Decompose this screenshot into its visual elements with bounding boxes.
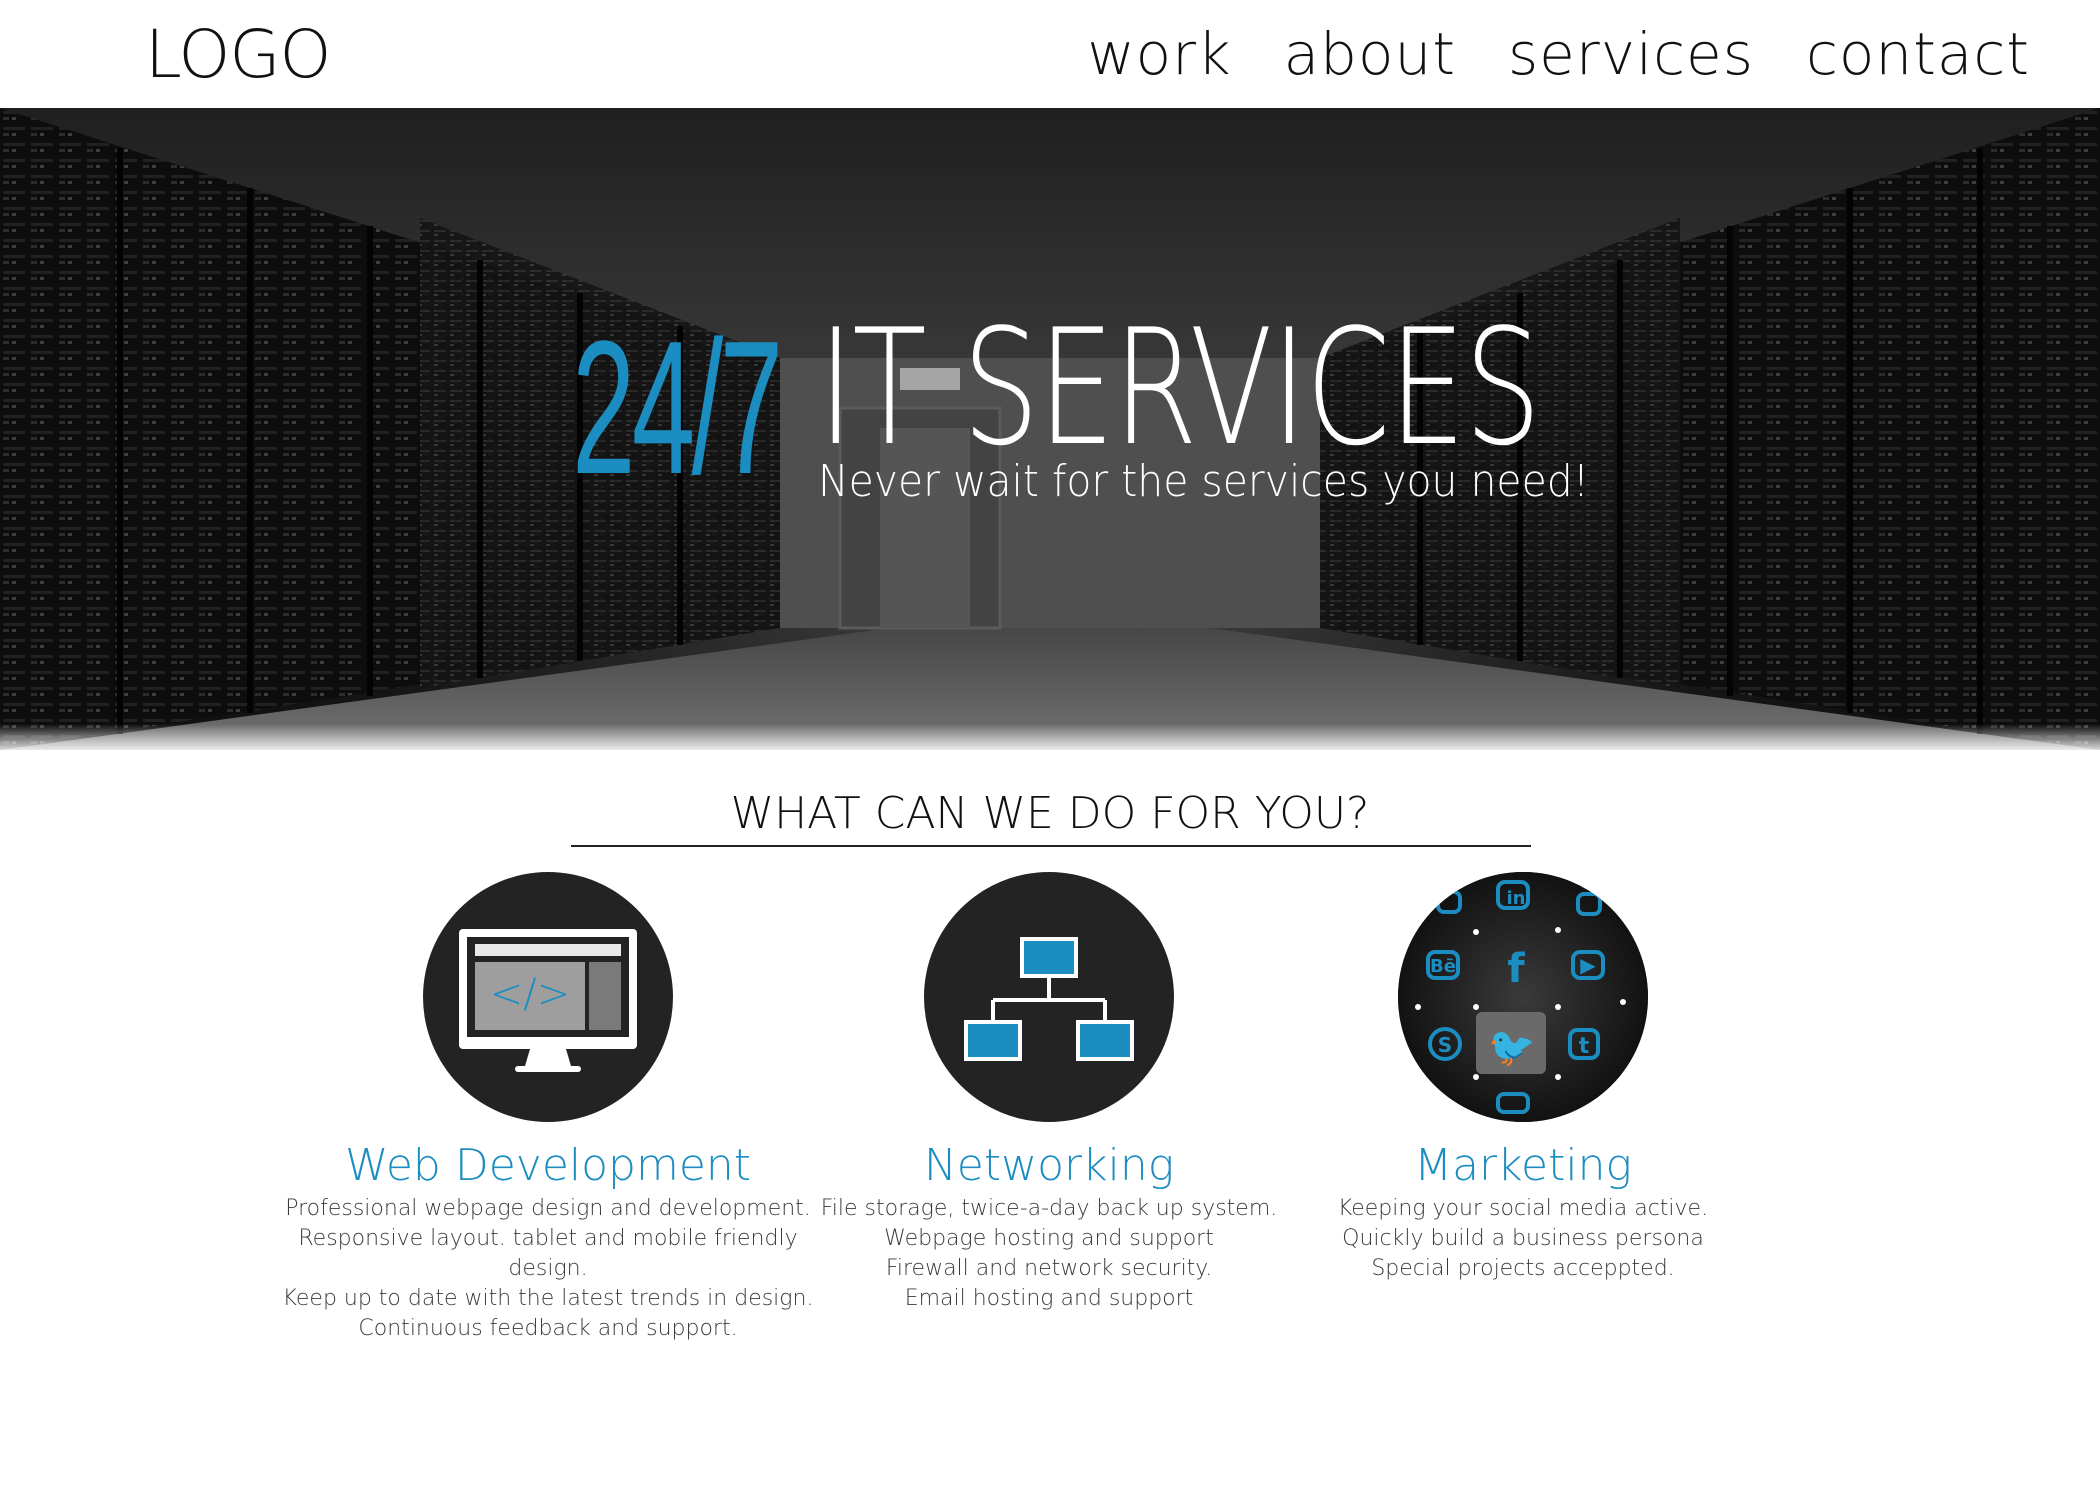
monitor-code-icon: </> <box>459 929 637 1072</box>
svg-text:S: S <box>1438 1033 1452 1057</box>
svg-text:f: f <box>1507 946 1525 992</box>
service-line: Professional webpage design and developm… <box>285 1196 811 1222</box>
service-icon-circle[interactable]: in Bē f ▶ 🐦 t S <box>1398 872 1648 1122</box>
svg-text:t: t <box>1579 1034 1590 1059</box>
service-description: Keeping your social media active. Quickl… <box>1243 1194 1803 1284</box>
section-title: WHAT CAN WE DO FOR YOU? <box>730 788 1370 839</box>
service-line: Keep up to date with the latest trends i… <box>282 1286 814 1312</box>
logo[interactable]: LOGO <box>145 16 331 93</box>
service-web-development: </> Web Development Professional webpage… <box>268 872 828 1344</box>
network-hierarchy-icon <box>964 937 1134 1061</box>
site-header: LOGO work about services contact <box>0 0 2100 108</box>
service-line: Special projects acceppted. <box>1371 1256 1675 1282</box>
hero-subtitle: Never wait for the services you need! <box>818 456 1590 507</box>
hero-title: IT SERVICES <box>818 294 1541 481</box>
service-line: Quickly build a business persona <box>1342 1226 1704 1252</box>
service-marketing: in Bē f ▶ 🐦 t S Marketing Keeping your s… <box>1243 872 1803 1284</box>
service-line: Email hosting and support <box>904 1286 1194 1312</box>
service-line: Responsive layout. tablet and mobile fri… <box>298 1226 798 1282</box>
nav-about[interactable]: about <box>1284 20 1456 88</box>
social-media-globe-icon: in Bē f ▶ 🐦 t S <box>1398 872 1648 1122</box>
service-name: Marketing <box>1414 1140 1632 1191</box>
service-icon-circle[interactable]: </> <box>423 872 673 1122</box>
service-icon-circle[interactable] <box>924 872 1174 1122</box>
nav-work[interactable]: work <box>1087 20 1231 88</box>
hero-banner: 24/7 IT SERVICES Never wait for the serv… <box>0 108 2100 750</box>
service-line: Continuous feedback and support. <box>358 1316 738 1342</box>
svg-text:🐦: 🐦 <box>1488 1025 1535 1069</box>
service-line: Keeping your social media active. <box>1337 1196 1709 1222</box>
service-description: Professional webpage design and developm… <box>268 1194 828 1344</box>
hero-bottom-fade <box>0 724 2100 750</box>
svg-text:▶: ▶ <box>1580 953 1596 977</box>
svg-text:</>: </> <box>490 971 571 1017</box>
section-divider <box>571 845 1531 847</box>
service-name: Web Development <box>344 1140 752 1191</box>
svg-text:Bē: Bē <box>1430 956 1456 977</box>
main-nav: work about services contact <box>1087 20 2030 88</box>
nav-services[interactable]: services <box>1508 20 1754 88</box>
svg-text:in: in <box>1507 888 1526 909</box>
hero-24-7: 24/7 <box>572 302 783 514</box>
nav-contact[interactable]: contact <box>1806 20 2030 88</box>
